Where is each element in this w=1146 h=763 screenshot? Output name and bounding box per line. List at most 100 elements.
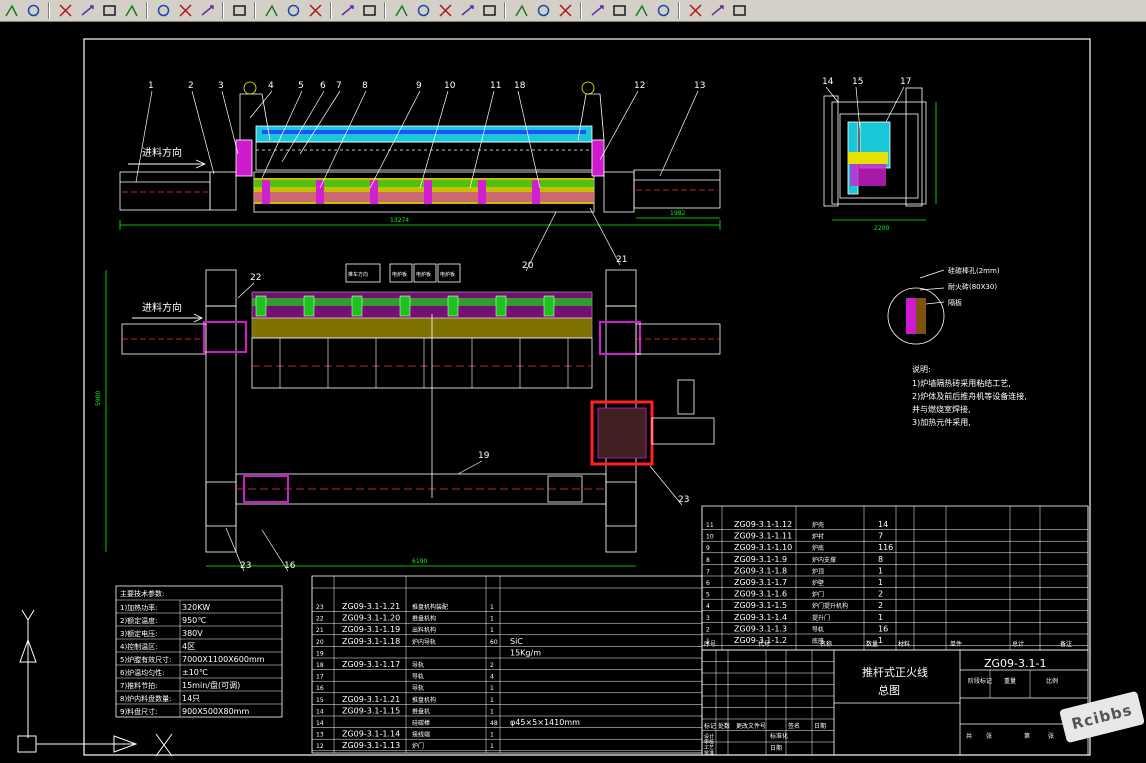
bom-qty: 2: [490, 662, 494, 669]
legend-label: 电炉板: [440, 271, 455, 278]
bom-header-cell: 名称: [820, 640, 832, 648]
bom-qty: 2: [878, 590, 883, 599]
callout-number: 23: [678, 495, 689, 505]
leader-line: [299, 90, 341, 155]
ucs-icon-button[interactable]: [198, 1, 217, 20]
callout-number: 9: [416, 81, 422, 91]
bom-code: ZG09-3.1-1.17: [342, 660, 400, 669]
coordinate-icon-button[interactable]: [122, 1, 141, 20]
line-snap-icon-button[interactable]: [414, 1, 433, 20]
line-corner-icon: [363, 5, 376, 16]
bom-qty: 1: [878, 636, 883, 645]
line-dash-icon: [341, 5, 354, 16]
nearest-icon-button[interactable]: [686, 1, 705, 20]
circle-tangent-icon-button[interactable]: [534, 1, 553, 20]
role-label: 批准: [704, 750, 714, 757]
snap-grid-icon-button[interactable]: [56, 1, 75, 20]
polar-tracking-icon-button[interactable]: [24, 1, 43, 20]
stage-label: 比例: [1046, 677, 1058, 685]
insert-block-icon: [635, 4, 648, 17]
legend-label: 电炉板: [416, 271, 431, 278]
callout-number: 20: [522, 261, 534, 271]
bom-qty: 1: [878, 566, 883, 575]
callout-number: 17: [900, 77, 911, 87]
line-corner-icon-button[interactable]: [360, 1, 379, 20]
bom-qty: 16: [878, 624, 888, 633]
bom-no: 4: [706, 603, 710, 610]
filter-icon: [81, 5, 94, 16]
tech-param-label: 1)加热功率:: [120, 603, 158, 612]
callout-number: 13: [694, 81, 705, 91]
line-dash-icon-button[interactable]: [338, 1, 357, 20]
bom-code: ZG09-3.1-1.13: [342, 741, 400, 750]
note-line: 1)炉墙隔热砖采用粘结工艺,: [912, 378, 1011, 388]
circle-icon-button[interactable]: [512, 1, 531, 20]
tech-param-value: 950℃: [182, 616, 206, 625]
tech-params-rows: 主要技术参数: 1)加热功率: 320KW 2)额定温度: 950℃ 3)额定电压: 380…: [116, 589, 282, 717]
legend-label: 电炉板: [392, 271, 407, 278]
toolbar-separator: [146, 2, 148, 19]
filter-icon-button[interactable]: [78, 1, 97, 20]
triangle-snap-icon-button[interactable]: [100, 1, 119, 20]
bom-no: 2: [706, 626, 710, 633]
bom-qty: 1: [490, 604, 494, 611]
bom-material: SiC: [510, 637, 523, 646]
note-line: 并与燃烧室焊接,: [912, 404, 971, 414]
drawing-name-line2: 总图: [878, 683, 900, 697]
heater-segment: [424, 180, 432, 204]
tech-param-value: 320KW: [182, 603, 210, 612]
toolbar-separator: [678, 2, 680, 19]
parallel-icon-button[interactable]: [610, 1, 629, 20]
tech-params-title: 主要技术参数:: [120, 589, 164, 598]
bom-name: 炉门: [412, 742, 424, 750]
bom-name: 炉壁: [812, 579, 824, 587]
nearest-icon: [689, 4, 702, 17]
bom-name: 炉门: [812, 591, 824, 599]
polar-tracking-icon: [27, 4, 40, 17]
bom-name: 炉底: [812, 544, 824, 552]
drawing-canvas[interactable]: 进料方向 13274 1982 1 2 3 4 5 6 7 8 9 10 11 18 12 13 14 15 1…: [0, 22, 1146, 759]
paste-block-icon-button[interactable]: [284, 1, 303, 20]
plan-heater-block: [303, 295, 315, 317]
bom-qty: 1: [490, 685, 494, 692]
sheet-label: 第: [1024, 732, 1030, 740]
circle-arc-icon: [559, 4, 572, 17]
bom-code: ZG09-3.1-1.20: [342, 614, 400, 623]
corner-icon-button[interactable]: [176, 1, 195, 20]
cross-line-icon-button[interactable]: [436, 1, 455, 20]
bom-qty: 2: [878, 601, 883, 610]
edit-icon-button[interactable]: [306, 1, 325, 20]
cross-line-icon: [439, 4, 452, 17]
bom-header-cell: 数量: [866, 640, 878, 648]
line-icon-button[interactable]: [392, 1, 411, 20]
perpendicular-icon-button[interactable]: [588, 1, 607, 20]
bom-no: 17: [316, 674, 324, 681]
node-icon-button[interactable]: [654, 1, 673, 20]
sheet-label: 共: [966, 732, 972, 740]
bom-header-cell: 材料: [898, 640, 910, 648]
cross-x-icon-button[interactable]: [458, 1, 477, 20]
circle-arc-icon-button[interactable]: [556, 1, 575, 20]
bom-no: 3: [706, 615, 710, 622]
pick-point-icon-button[interactable]: [262, 1, 281, 20]
feed-direction-top: 进料方向: [142, 146, 182, 159]
tech-param-label: 4)控制温区:: [120, 642, 158, 651]
toolbar-separator: [384, 2, 386, 19]
bom-qty: 1: [878, 613, 883, 622]
bom-no: 7: [706, 568, 710, 575]
bom-header-cell: 代号: [758, 640, 770, 648]
detail-view: [887, 269, 945, 345]
dimension-center-icon-button[interactable]: [154, 1, 173, 20]
callout-number: 11: [490, 81, 501, 91]
close-icon-button[interactable]: [708, 1, 727, 20]
bom-name: 炉内支撑: [812, 556, 836, 564]
plan-heater-block: [351, 295, 363, 317]
offset-line-icon-button[interactable]: [480, 1, 499, 20]
bom-name: 出料机构: [412, 626, 436, 634]
object-snap-icon-button[interactable]: [2, 1, 21, 20]
bom-qty: 60: [490, 639, 498, 646]
layer-manager-icon-button[interactable]: [230, 1, 249, 20]
insert-block-icon-button[interactable]: [632, 1, 651, 20]
line-icon: [395, 4, 408, 17]
magnet-icon-button[interactable]: [730, 1, 749, 20]
